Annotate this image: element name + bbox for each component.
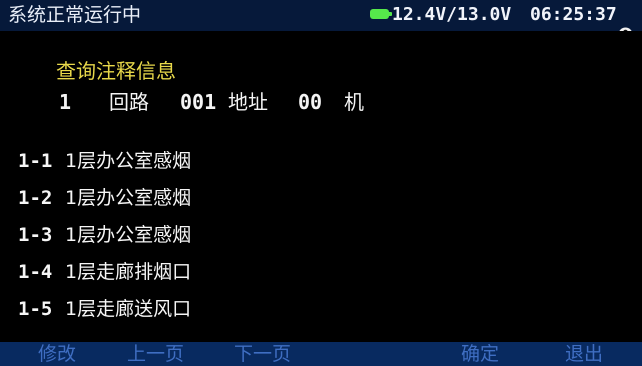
fire-panel-screen: 系统正常运行中 12.4V/13.0V 06:25:37 查询注释信息 1 回路… xyxy=(0,0,642,366)
annotation-row: 1-4 1层走廊排烟口 xyxy=(0,260,642,297)
annotation-description: 1层办公室感烟 xyxy=(65,224,192,246)
annotation-code: 1-3 xyxy=(18,224,53,246)
annotation-description: 1层走廊排烟口 xyxy=(65,261,192,283)
softkey-bar: 修改 上一页 下一页 确定 退出 xyxy=(0,342,642,366)
next-page-button[interactable]: 下一页 xyxy=(234,343,291,365)
device-label: 机 xyxy=(344,90,364,114)
system-status-text: 系统正常运行中 xyxy=(8,4,142,26)
address-label: 地址 xyxy=(228,90,268,114)
annotation-code: 1-1 xyxy=(18,150,53,172)
annotation-description: 1层办公室感烟 xyxy=(65,187,192,209)
annotation-row: 1-1 1层办公室感烟 xyxy=(0,149,642,186)
annotation-list: 1-1 1层办公室感烟 1-2 1层办公室感烟 1-3 1层办公室感烟 1-4 … xyxy=(0,149,642,334)
page-title: 查询注释信息 xyxy=(56,59,176,83)
status-bar: 系统正常运行中 12.4V/13.0V 06:25:37 xyxy=(0,0,642,42)
annotation-description: 1层走廊送风口 xyxy=(65,298,192,320)
query-content: 查询注释信息 1 回路 001 地址 00 机 1-1 1层办公室感烟 1-2 … xyxy=(0,31,642,342)
annotation-row: 1-3 1层办公室感烟 xyxy=(0,223,642,260)
annotation-code: 1-2 xyxy=(18,187,53,209)
annotation-row: 1-5 1层走廊送风口 xyxy=(0,297,642,334)
annotation-code: 1-5 xyxy=(18,298,53,320)
annotation-description: 1层办公室感烟 xyxy=(65,150,192,172)
modify-button[interactable]: 修改 xyxy=(38,343,76,365)
previous-page-button[interactable]: 上一页 xyxy=(127,343,184,365)
loop-label: 回路 xyxy=(109,90,149,114)
device-number: 00 xyxy=(298,90,323,114)
voltage-readout: 12.4V/13.0V xyxy=(392,4,512,25)
exit-button[interactable]: 退出 xyxy=(565,343,603,365)
loop-number: 1 xyxy=(59,90,72,114)
annotation-row: 1-2 1层办公室感烟 xyxy=(0,186,642,223)
battery-icon xyxy=(370,9,393,19)
confirm-button[interactable]: 确定 xyxy=(461,343,499,365)
clock: 06:25:37 xyxy=(530,4,617,25)
annotation-code: 1-4 xyxy=(18,261,53,283)
address-number: 001 xyxy=(180,90,217,114)
